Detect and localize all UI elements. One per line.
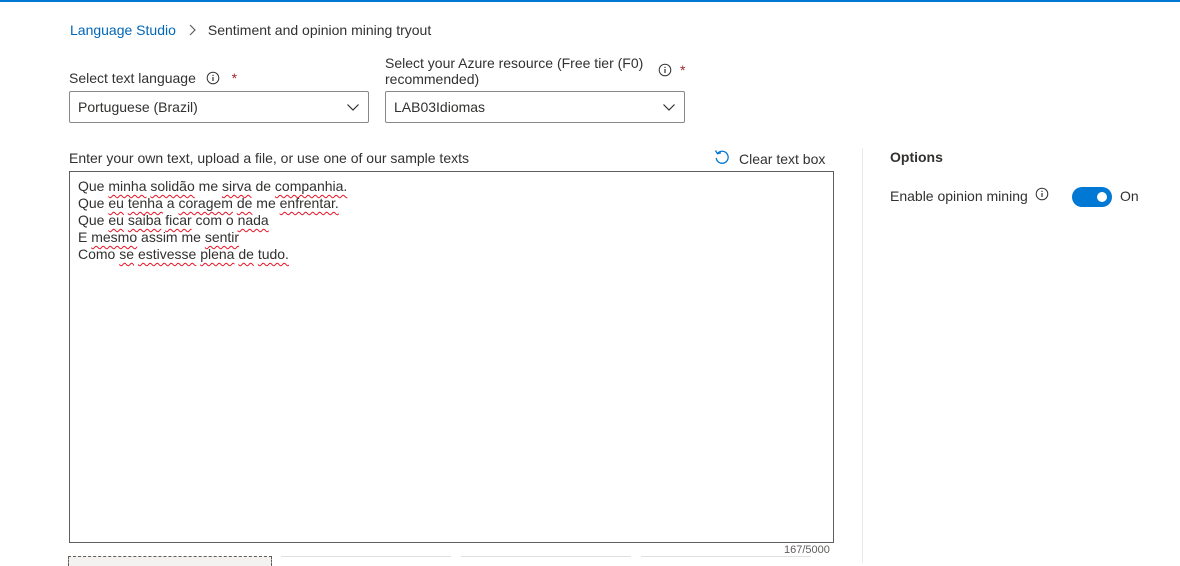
opinion-mining-label: Enable opinion mining <box>890 187 1049 204</box>
text-line-5: Como se estivesse plena de tudo. <box>78 246 289 262</box>
language-dropdown-value: Portuguese (Brazil) <box>78 99 198 115</box>
text-word: de <box>236 195 253 211</box>
text-word: Que <box>78 212 105 228</box>
text-line: E mesmo assim me sentir <box>78 229 825 246</box>
required-marker: * <box>680 62 686 78</box>
breadcrumb: Language Studio Sentiment and opinion mi… <box>70 22 431 38</box>
resource-dropdown[interactable]: LAB03Idiomas <box>385 91 685 123</box>
sample-tab-3[interactable] <box>461 556 631 566</box>
sample-tab-2[interactable] <box>281 556 451 566</box>
undo-icon <box>713 148 731 169</box>
text-word: a <box>166 195 175 211</box>
text-word: plena <box>200 246 235 262</box>
breadcrumb-language-studio-link[interactable]: Language Studio <box>70 22 176 38</box>
text-line-1: Que minha solidão me sirva de companhia. <box>78 178 347 194</box>
resource-dropdown-value: LAB03Idiomas <box>394 99 486 115</box>
chevron-right-icon <box>184 22 200 38</box>
sample-tab-4[interactable] <box>641 556 811 566</box>
text-word: eu <box>108 212 124 228</box>
text-input-label: Enter your own text, upload a file, or u… <box>69 150 469 166</box>
text-word: solidão <box>150 178 195 194</box>
chevron-down-icon <box>346 100 360 117</box>
text-word: sirva <box>222 178 252 194</box>
clear-text-box-button[interactable]: Clear text box <box>713 148 825 169</box>
text-line-2: Que eu tenha a coragem de me enfrentar. <box>78 195 339 211</box>
character-counter: 167/5000 <box>784 544 830 556</box>
info-icon[interactable] <box>206 71 220 88</box>
text-word: me <box>256 195 276 211</box>
toggle-state-label: On <box>1120 188 1139 204</box>
text-word: coragem <box>178 195 233 211</box>
text-word: estivesse <box>137 246 197 262</box>
info-icon[interactable] <box>1035 187 1049 204</box>
text-line: Que eu tenha a coragem de me enfrentar. <box>78 195 825 212</box>
text-word: E <box>78 229 88 245</box>
opinion-mining-toggle[interactable] <box>1072 187 1112 207</box>
language-label-text: Select text language <box>69 70 196 86</box>
opinion-mining-label-text: Enable opinion mining <box>890 187 1028 204</box>
text-word: o <box>225 212 234 228</box>
text-word: companhia. <box>274 178 348 194</box>
text-line-4: E mesmo assim me sentir <box>78 229 239 245</box>
text-word: de <box>255 178 272 194</box>
text-word: mesmo <box>91 229 138 245</box>
panel-divider <box>862 148 863 563</box>
text-word: Que <box>78 178 105 194</box>
text-word: nada <box>237 212 269 228</box>
text-word: sentir <box>204 229 240 245</box>
breadcrumb-current-page: Sentiment and opinion mining tryout <box>207 22 432 38</box>
info-icon[interactable] <box>658 63 672 82</box>
text-word: tenha <box>127 195 163 211</box>
resource-label-line2: recommended) <box>385 71 480 87</box>
sample-tab-1[interactable] <box>68 556 272 566</box>
text-word: minha <box>108 178 147 194</box>
toggle-knob <box>1097 192 1107 202</box>
text-word: eu <box>108 195 124 211</box>
required-marker: * <box>231 70 238 86</box>
resource-field-label: Select your Azure resource (Free tier (F… <box>385 55 665 87</box>
language-dropdown[interactable]: Portuguese (Brazil) <box>69 91 369 123</box>
options-title: Options <box>890 149 943 165</box>
text-line: Que minha solidão me sirva de companhia. <box>78 178 825 195</box>
text-line: Que eu saiba ficar com o nada <box>78 212 825 229</box>
resource-label-line1: Select your Azure resource (Free tier (F… <box>385 55 644 71</box>
text-word: me <box>181 229 201 245</box>
text-word: de <box>238 246 254 262</box>
text-word: se <box>119 246 135 262</box>
text-input-area[interactable]: Que minha solidão me sirva de companhia.… <box>69 171 834 543</box>
clear-text-box-label: Clear text box <box>739 150 826 167</box>
text-word: assim <box>141 229 178 245</box>
text-word: me <box>198 178 219 194</box>
text-word: tudo. <box>257 246 289 262</box>
text-word: com <box>195 212 222 228</box>
text-line: Como se estivesse plena de tudo. <box>78 246 825 263</box>
language-field-label: Select text language * <box>69 70 237 88</box>
top-accent-line <box>0 0 1180 2</box>
text-word: Que <box>78 195 105 211</box>
text-word: enfrentar. <box>279 195 339 211</box>
text-word: ficar <box>165 212 192 228</box>
text-word: Como <box>78 246 116 262</box>
chevron-down-icon <box>662 100 676 117</box>
text-word: saiba <box>127 212 162 228</box>
text-line-3: Que eu saiba ficar com o nada <box>78 212 269 228</box>
